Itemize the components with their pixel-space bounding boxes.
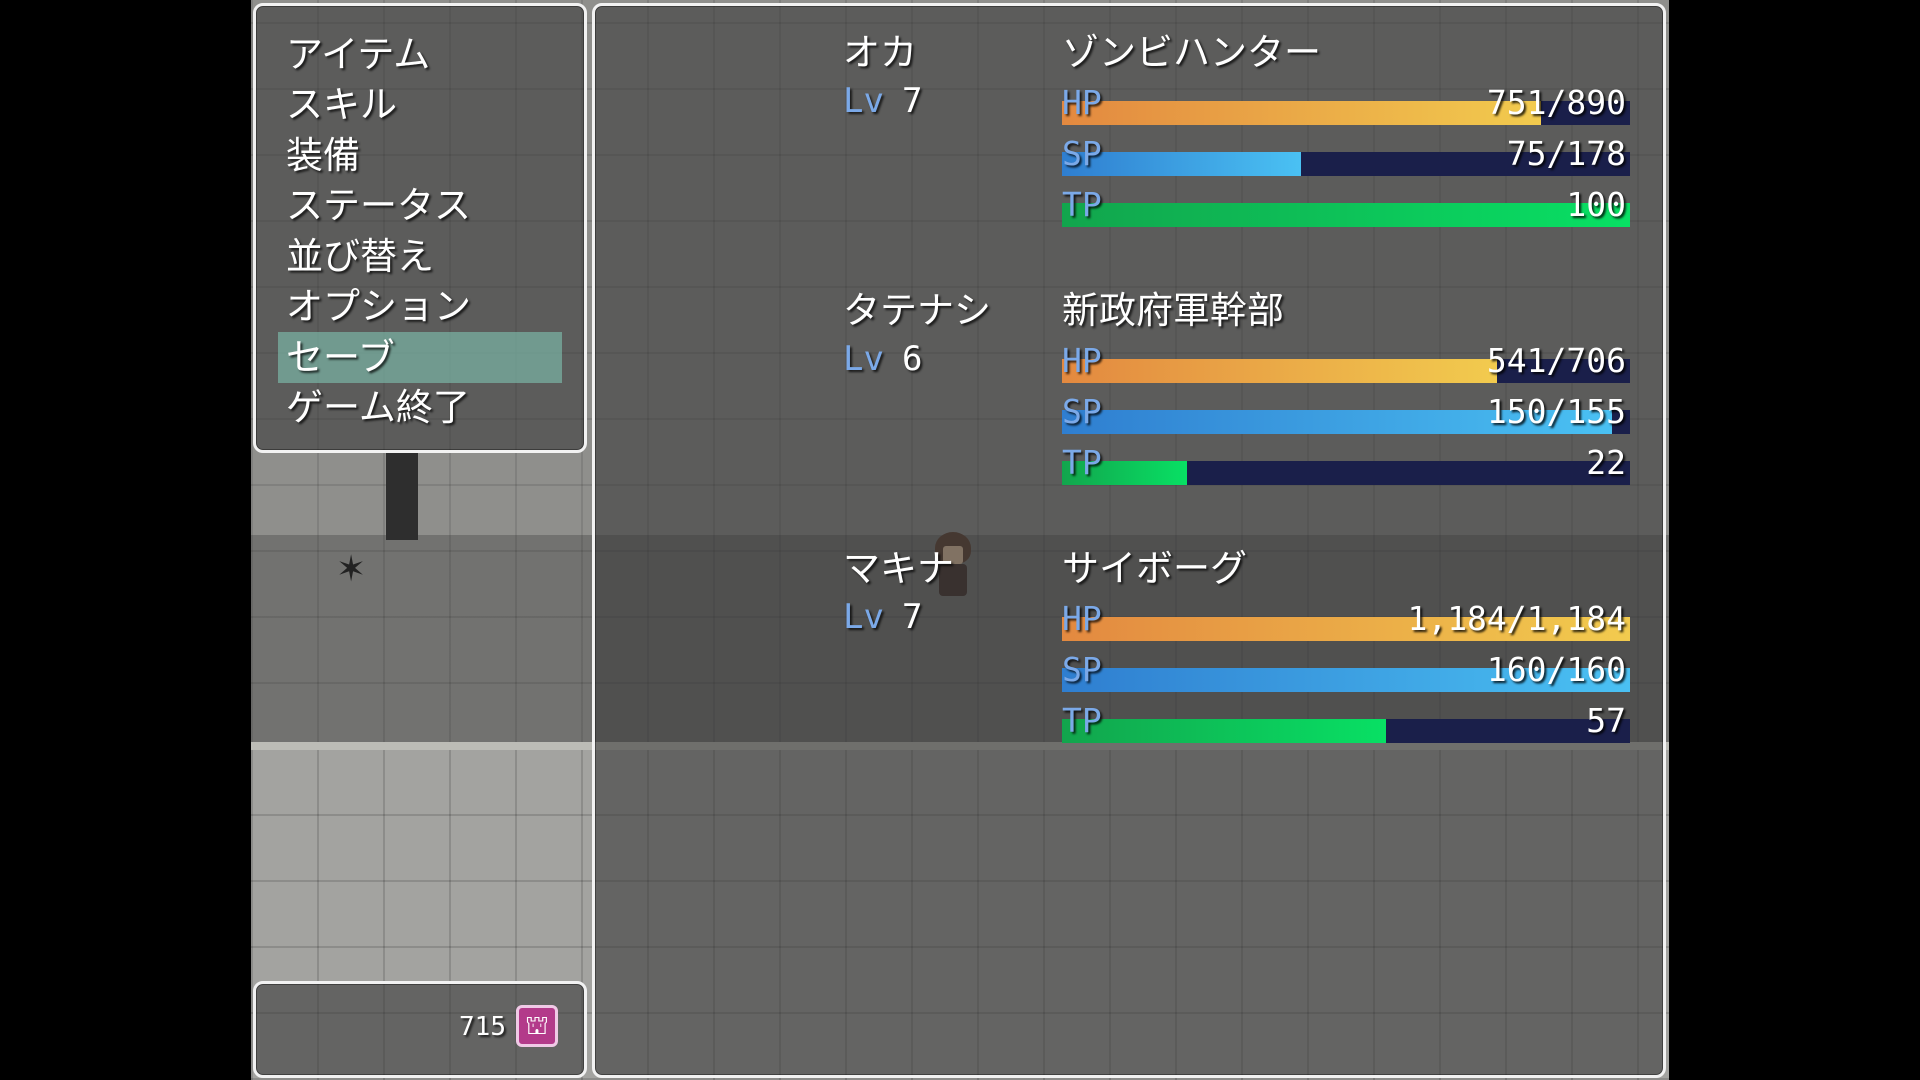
- command-item[interactable]: アイテム: [286, 30, 430, 80]
- actor-level: Lv 7: [843, 81, 922, 121]
- hp-gauge: HP 751/890: [1062, 81, 1630, 131]
- command-skill[interactable]: スキル: [286, 80, 397, 130]
- level-value: 7: [901, 597, 923, 637]
- level-value: 7: [901, 81, 923, 121]
- actor-status[interactable]: マキナ サイボーグ Lv 7 HP 1,184/1,184 SP 160/160 …: [595, 522, 1663, 772]
- tp-gauge: TP 57: [1062, 699, 1630, 749]
- command-formation[interactable]: 並び替え: [286, 232, 434, 282]
- actor-status[interactable]: タテナシ 新政府軍幹部 Lv 6 HP 541/706 SP 150/155 TP…: [595, 264, 1663, 514]
- hp-gauge: HP 541/706: [1062, 339, 1630, 389]
- sp-value: 75/178: [1506, 134, 1626, 173]
- hp-label: HP: [1062, 599, 1102, 638]
- command-window: アイテム スキル 装備 ステータス 並び替え オプション セーブ ゲーム終了: [253, 3, 587, 453]
- actor-class: ゾンビハンター: [1062, 31, 1321, 74]
- hp-gauge-fill: [1062, 101, 1542, 125]
- actor-class: サイボーグ: [1062, 547, 1247, 590]
- sp-gauge: SP 160/160: [1062, 648, 1630, 698]
- sp-label: SP: [1062, 392, 1102, 431]
- hp-gauge: HP 1,184/1,184: [1062, 597, 1630, 647]
- gold-amount: 715: [459, 1012, 506, 1042]
- currency-icon: ⛫: [516, 1005, 558, 1047]
- actor-name: オカ: [843, 31, 917, 74]
- tp-gauge-fill: [1062, 719, 1386, 743]
- tp-value: 100: [1566, 185, 1626, 224]
- hp-gauge-fill: [1062, 359, 1498, 383]
- actor-level: Lv 7: [843, 597, 922, 637]
- actor-name: マキナ: [843, 547, 954, 590]
- command-status[interactable]: ステータス: [286, 181, 471, 231]
- hp-value: 751/890: [1486, 83, 1626, 122]
- hp-label: HP: [1062, 83, 1102, 122]
- tp-label: TP: [1062, 185, 1102, 224]
- level-label: Lv: [843, 339, 884, 379]
- gold-window: 715 ⛫: [253, 981, 587, 1078]
- map-wall-shadow: [386, 450, 418, 540]
- sp-gauge: SP 150/155: [1062, 390, 1630, 440]
- tp-value: 22: [1586, 443, 1626, 482]
- hp-value: 541/706: [1486, 341, 1626, 380]
- tp-label: TP: [1062, 443, 1102, 482]
- tp-gauge-fill: [1062, 203, 1630, 227]
- sp-value: 160/160: [1486, 650, 1626, 689]
- sp-gauge: SP 75/178: [1062, 132, 1630, 182]
- actor-level: Lv 6: [843, 339, 922, 379]
- command-equip[interactable]: 装備: [286, 131, 360, 181]
- tp-value: 57: [1586, 701, 1626, 740]
- command-save[interactable]: セーブ: [286, 333, 395, 383]
- level-label: Lv: [843, 81, 884, 121]
- party-status-window: オカ ゾンビハンター Lv 7 HP 751/890 SP 75/178 TP 1…: [592, 3, 1666, 1078]
- actor-status[interactable]: オカ ゾンビハンター Lv 7 HP 751/890 SP 75/178 TP 1…: [595, 6, 1663, 256]
- actor-class: 新政府軍幹部: [1062, 289, 1284, 332]
- tp-gauge: TP 100: [1062, 183, 1630, 233]
- sp-label: SP: [1062, 650, 1102, 689]
- tp-label: TP: [1062, 701, 1102, 740]
- floor-crack-icon: ✶: [336, 549, 367, 590]
- hp-label: HP: [1062, 341, 1102, 380]
- command-game-end[interactable]: ゲーム終了: [286, 383, 470, 433]
- hp-value: 1,184/1,184: [1407, 599, 1626, 638]
- sp-value: 150/155: [1486, 392, 1626, 431]
- actor-name: タテナシ: [843, 289, 991, 332]
- level-label: Lv: [843, 597, 884, 637]
- sp-label: SP: [1062, 134, 1102, 173]
- command-options[interactable]: オプション: [286, 282, 471, 332]
- tp-gauge: TP 22: [1062, 441, 1630, 491]
- level-value: 6: [901, 339, 923, 379]
